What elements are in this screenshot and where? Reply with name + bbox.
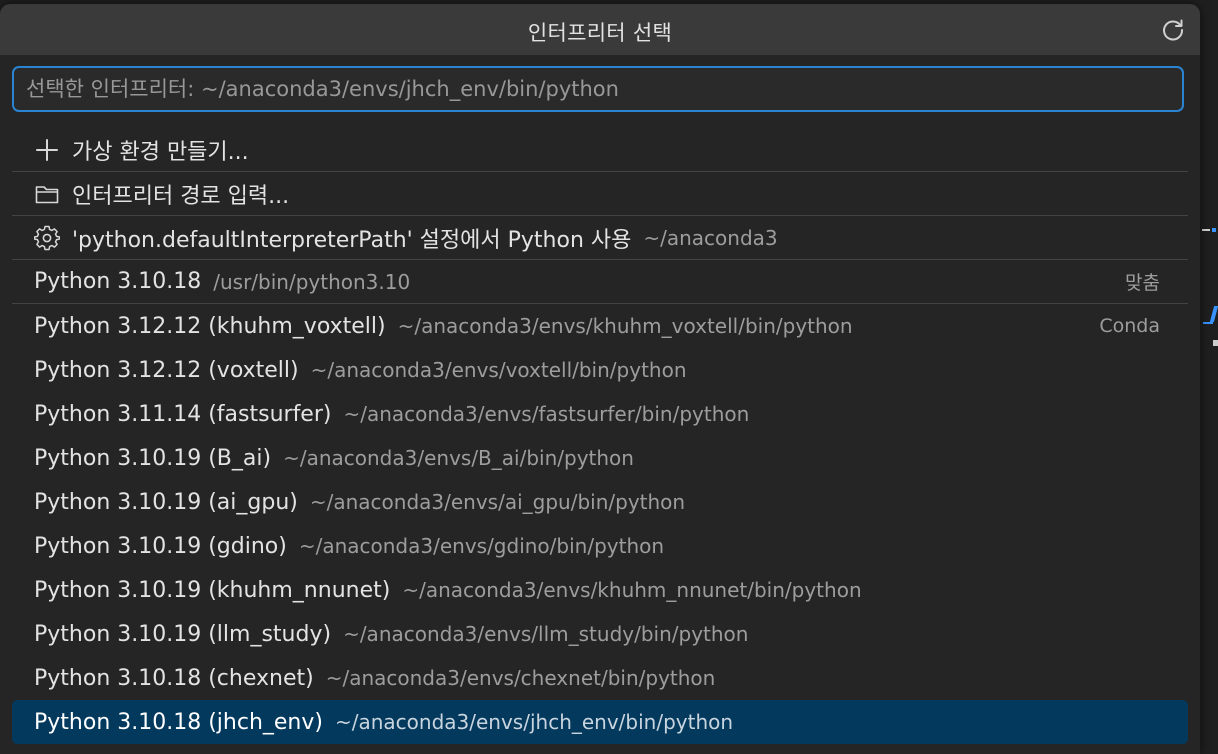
interpreter-item[interactable]: Python 3.10.19 (B_ai) ~/anaconda3/envs/B_…: [12, 436, 1188, 480]
interpreter-path: ~/anaconda3/envs/fastsurfer/bin/python: [343, 402, 750, 426]
interpreter-path: /usr/bin/python3.10: [213, 269, 411, 294]
interpreter-search-box: [12, 66, 1184, 112]
action-item[interactable]: 'python.defaultInterpreterPath' 설정에서 Pyt…: [12, 216, 1188, 260]
interpreter-path: ~/anaconda3/envs/llm_study/bin/python: [343, 622, 749, 646]
action-description: ~/anaconda3: [643, 225, 778, 250]
gear-icon: [34, 225, 60, 251]
interpreter-item[interactable]: Python 3.10.18/usr/bin/python3.10 맞춤: [12, 260, 1188, 304]
refresh-button[interactable]: [1160, 17, 1186, 43]
interpreter-item[interactable]: Python 3.10.19 (khuhm_nnunet) ~/anaconda3…: [12, 568, 1188, 612]
interpreter-item[interactable]: Python 3.12.12 (khuhm_voxtell) ~/anaconda…: [12, 304, 1188, 348]
action-label: 가상 환경 만들기...: [72, 139, 249, 165]
interpreter-path: ~/anaconda3/envs/ai_gpu/bin/python: [309, 490, 686, 514]
interpreter-label: Python 3.10.19 (gdino): [34, 533, 287, 559]
editor-text-fragment: [1213, 340, 1218, 346]
interpreter-group-tag: Conda: [1099, 315, 1160, 337]
editor-text-fragment: [1209, 306, 1218, 322]
interpreter-quick-pick: 인터프리터 선택 가상 환경 만들기... 인터프리터 경로 입력... 'pyth…: [0, 4, 1200, 754]
interpreter-search-input[interactable]: [26, 68, 1166, 110]
interpreter-list: 가상 환경 만들기... 인터프리터 경로 입력... 'python.defaul…: [12, 128, 1188, 744]
quick-pick-title: 인터프리터 선택: [527, 21, 673, 45]
interpreter-label: Python 3.10.18 (jhch_env): [34, 709, 323, 735]
interpreter-path: ~/anaconda3/envs/khuhm_voxtell/bin/pytho…: [397, 314, 853, 338]
plus-icon: [34, 137, 60, 163]
interpreter-item[interactable]: Python 3.10.19 (ai_gpu) ~/anaconda3/envs/…: [12, 480, 1188, 524]
interpreter-path: ~/anaconda3/envs/jhch_env/bin/python: [334, 710, 734, 734]
action-item[interactable]: 인터프리터 경로 입력...: [12, 172, 1188, 216]
refresh-icon: [1163, 19, 1184, 41]
interpreter-label: Python 3.12.12 (khuhm_voxtell): [34, 313, 386, 339]
interpreter-path: ~/anaconda3/envs/gdino/bin/python: [298, 534, 665, 558]
interpreter-label: Python 3.10.19 (ai_gpu): [34, 489, 298, 515]
interpreter-item[interactable]: Python 3.12.12 (voxtell) ~/anaconda3/envs…: [12, 348, 1188, 392]
interpreter-label: Python 3.10.19 (llm_study): [34, 621, 332, 647]
interpreter-label: Python 3.10.19 (B_ai): [34, 445, 272, 471]
interpreter-group-tag: 맞춤: [1125, 272, 1160, 294]
action-label: 인터프리터 경로 입력...: [72, 183, 290, 209]
interpreter-label: Python 3.12.12 (voxtell): [34, 357, 299, 383]
action-label: 'python.defaultInterpreterPath' 설정에서 Pyt…: [72, 227, 632, 253]
interpreter-path: ~/anaconda3/envs/voxtell/bin/python: [310, 358, 687, 382]
interpreter-label: Python 3.10.18 (chexnet): [34, 665, 314, 691]
interpreter-item[interactable]: Python 3.10.18 (jhch_env) ~/anaconda3/env…: [12, 700, 1188, 744]
interpreter-path: ~/anaconda3/envs/chexnet/bin/python: [325, 666, 716, 690]
interpreter-item[interactable]: Python 3.10.19 (llm_study) ~/anaconda3/en…: [12, 612, 1188, 656]
interpreter-label: Python 3.10.18: [34, 269, 202, 294]
folder-icon: [34, 181, 60, 207]
interpreter-item[interactable]: Python 3.10.18 (chexnet) ~/anaconda3/envs…: [12, 656, 1188, 700]
interpreter-path: ~/anaconda3/envs/B_ai/bin/python: [283, 446, 634, 470]
action-item[interactable]: 가상 환경 만들기...: [12, 128, 1188, 172]
interpreter-label: Python 3.10.19 (khuhm_nnunet): [34, 577, 391, 603]
interpreter-label: Python 3.11.14 (fastsurfer): [34, 401, 332, 427]
interpreter-item[interactable]: Python 3.10.19 (gdino) ~/anaconda3/envs/g…: [12, 524, 1188, 568]
interpreter-item[interactable]: Python 3.11.14 (fastsurfer) ~/anaconda3/e…: [12, 392, 1188, 436]
quick-pick-title-bar: 인터프리터 선택: [0, 4, 1200, 55]
interpreter-path: ~/anaconda3/envs/khuhm_nnunet/bin/python: [402, 578, 862, 602]
editor-text-fragment: [1212, 228, 1216, 232]
editor-text-fragment: [1202, 229, 1210, 231]
editor-text-fragment: [1203, 322, 1213, 324]
